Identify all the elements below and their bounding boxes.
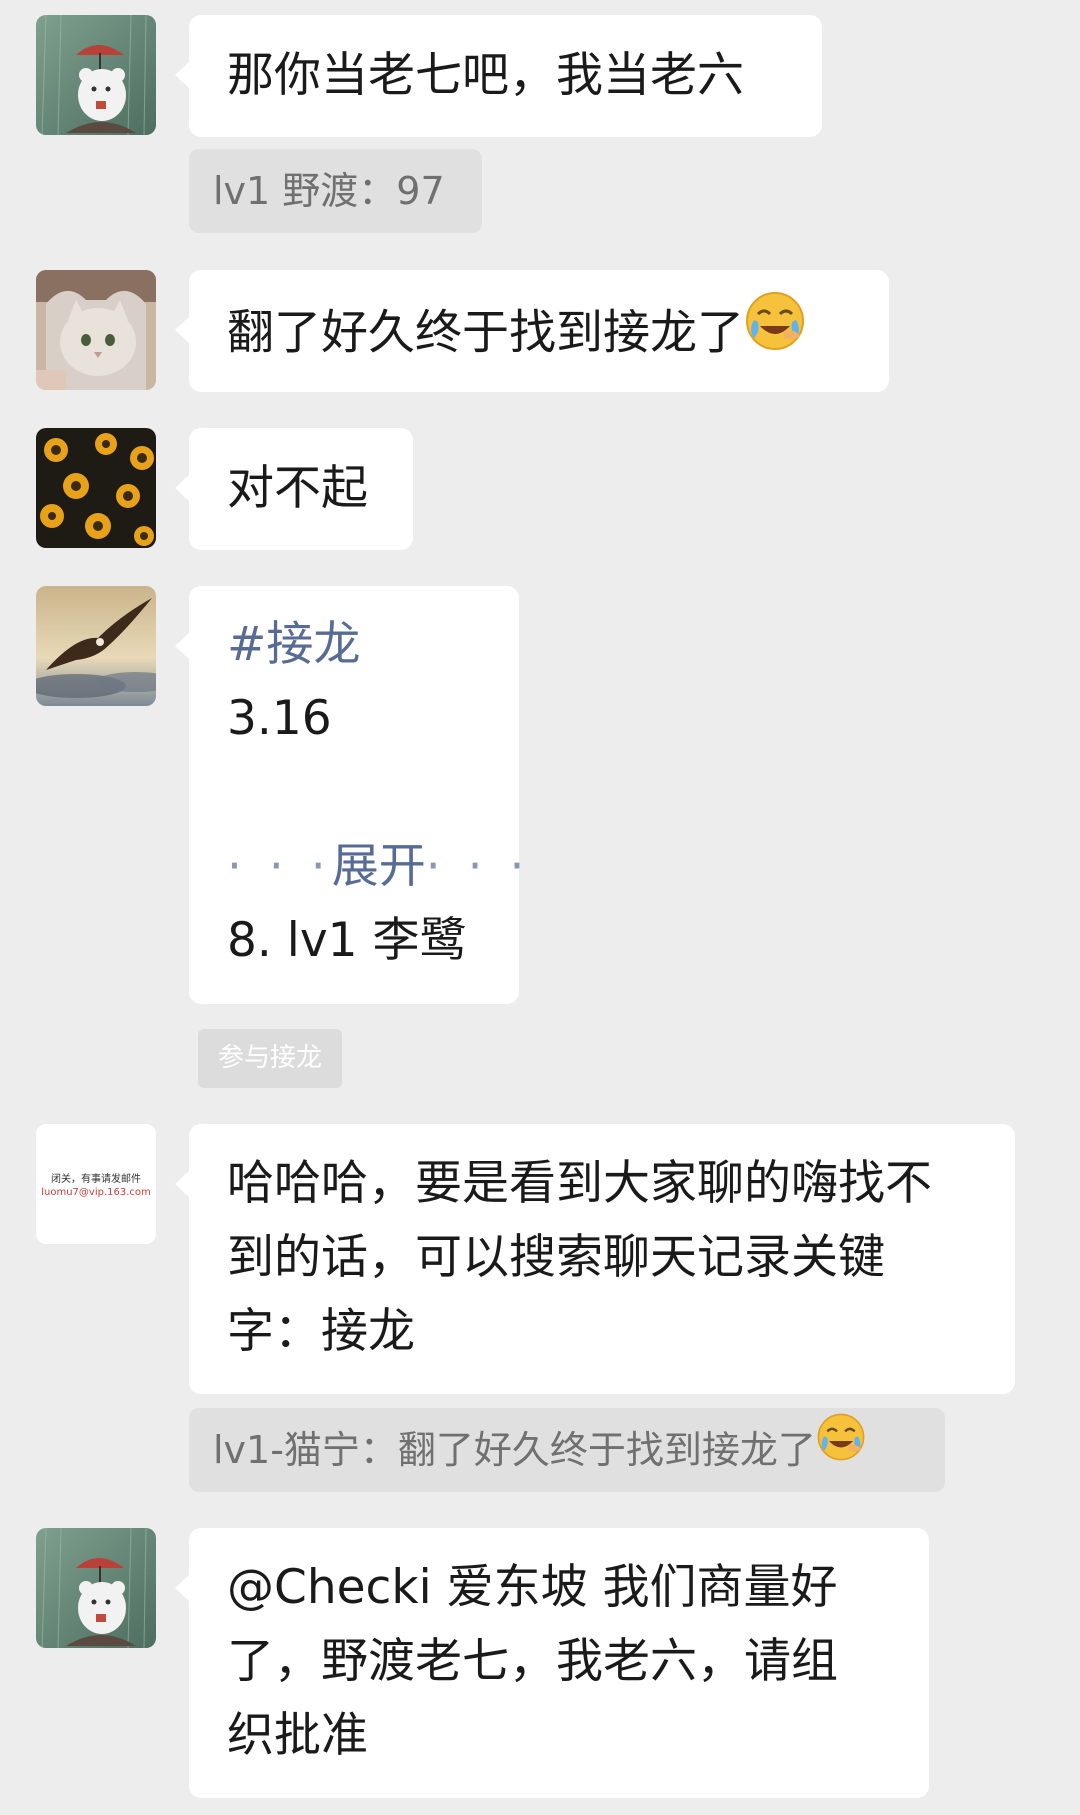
- message-text: 字：接龙: [227, 1304, 415, 1359]
- message-text: 到的话，可以搜索聊天记录关键: [227, 1230, 885, 1285]
- join-solitaire-button[interactable]: 参与接龙: [198, 1029, 342, 1088]
- mouse-umbrella-icon: [36, 1528, 156, 1648]
- message-text: 那你当老七吧，我当老六: [227, 48, 744, 103]
- quote-text: lv1-猫宁：翻了好久终于找到接龙了: [213, 1428, 816, 1472]
- message-bubble[interactable]: 对不起: [175, 428, 413, 550]
- expand-dots: · · ·: [227, 839, 332, 894]
- sunflower-icon: [36, 428, 156, 548]
- chat-view: 那你当老七吧，我当老六 lv1 野渡：97 翻了好久终于找到接龙了 对不起 #接…: [0, 0, 1080, 1815]
- solitaire-card[interactable]: #接龙 3.16 · · ·展开· · · 8. lv1 李鹭: [175, 586, 524, 1004]
- quoted-message[interactable]: lv1-猫宁：翻了好久终于找到接龙了: [189, 1408, 945, 1492]
- message-text: @Checki 爱东坡 我们商量好: [227, 1560, 838, 1615]
- message-text: 了，野渡老七，我老六，请组: [227, 1634, 838, 1689]
- sunflower-avatar[interactable]: [36, 428, 156, 548]
- laughing-crying-emoji-icon: [816, 1407, 866, 1491]
- laughing-crying-emoji-icon: [744, 290, 806, 374]
- message-text: 翻了好久终于找到接龙了: [227, 305, 744, 361]
- quote-text: lv1 野渡：97: [213, 169, 445, 213]
- expand-link[interactable]: · · ·展开· · ·: [227, 830, 524, 904]
- text-card-avatar[interactable]: 闭关，有事请发邮件 luomu7@vip.163.com: [36, 1124, 156, 1244]
- avatar-text-line: 闭关，有事请发邮件: [51, 1174, 141, 1185]
- message-bubble[interactable]: @Checki 爱东坡 我们商量好 了，野渡老七，我老六，请组 织批准: [175, 1528, 929, 1798]
- mouse-avatar[interactable]: [36, 1528, 156, 1648]
- text-card-icon: 闭关，有事请发邮件 luomu7@vip.163.com: [36, 1124, 156, 1244]
- avatar-text-line: luomu7@vip.163.com: [41, 1187, 151, 1198]
- message-text: 哈哈哈，要是看到大家聊的嗨找不: [227, 1156, 932, 1211]
- expand-label: 展开: [331, 839, 426, 894]
- solitaire-date: 3.16: [227, 691, 332, 746]
- eagle-avatar[interactable]: [36, 586, 156, 706]
- message-text: 织批准: [227, 1708, 368, 1763]
- message-line: 翻了好久终于找到接龙了: [227, 292, 851, 378]
- expand-dots: · · ·: [425, 839, 531, 894]
- message-bubble[interactable]: 翻了好久终于找到接龙了: [175, 270, 889, 392]
- quoted-message[interactable]: lv1 野渡：97: [189, 149, 482, 233]
- mouse-avatar[interactable]: [36, 15, 156, 135]
- eagle-icon: [36, 586, 156, 706]
- solitaire-entry: 8. lv1 李鹭: [227, 913, 467, 968]
- cat-avatar[interactable]: [36, 270, 156, 390]
- message-text: 对不起: [227, 461, 368, 516]
- mouse-umbrella-icon: [36, 15, 156, 135]
- solitaire-hashtag[interactable]: #接龙: [227, 608, 481, 682]
- message-bubble[interactable]: 那你当老七吧，我当老六: [175, 15, 822, 137]
- message-bubble[interactable]: 哈哈哈，要是看到大家聊的嗨找不 到的话，可以搜索聊天记录关键 字：接龙: [175, 1124, 1015, 1394]
- white-cat-icon: [36, 270, 156, 390]
